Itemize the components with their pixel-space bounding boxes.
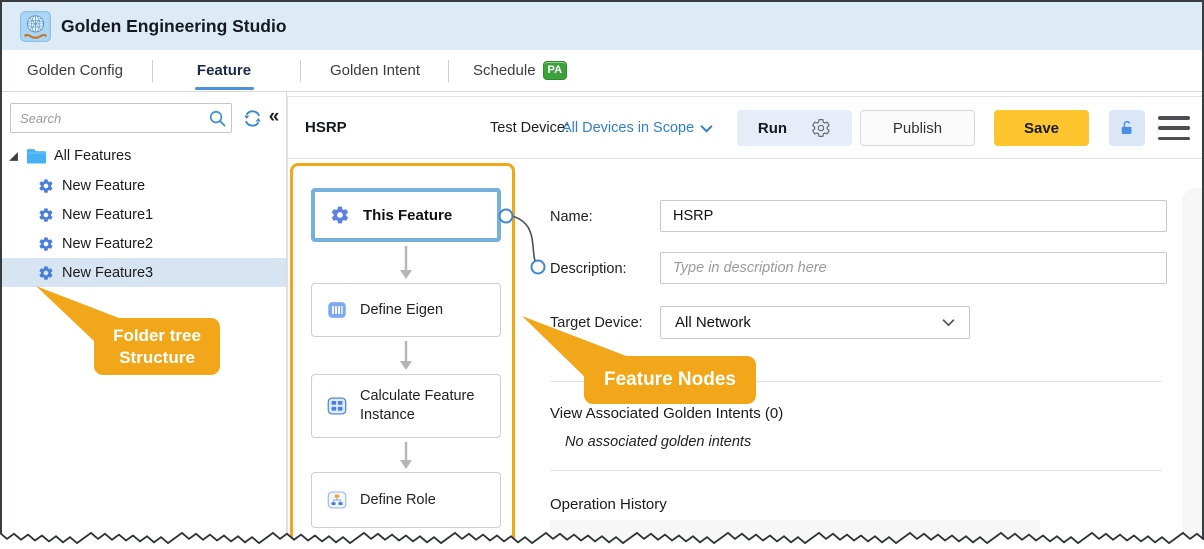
- tab-golden-intent[interactable]: Golden Intent: [330, 50, 420, 91]
- publish-button[interactable]: Publish: [860, 110, 975, 146]
- name-label: Name:: [550, 209, 593, 225]
- chevron-down-icon: [942, 318, 955, 327]
- tree-root-label: All Features: [54, 148, 131, 164]
- node-define-eigen[interactable]: Define Eigen: [311, 283, 501, 337]
- chevron-down-icon: [700, 124, 713, 133]
- tab-separator: [152, 60, 153, 82]
- description-input[interactable]: [660, 252, 1167, 284]
- menu-icon[interactable]: [1158, 116, 1190, 140]
- folder-icon: [26, 147, 47, 165]
- window-border: [0, 0, 1204, 2]
- main-panel-border: [287, 96, 288, 549]
- app-title: Golden Engineering Studio: [61, 16, 287, 37]
- eigen-icon: [327, 300, 347, 320]
- tree-item-new-feature3[interactable]: New Feature3: [2, 258, 286, 287]
- toolbar-divider: [288, 158, 1202, 159]
- window-border: [0, 0, 2, 549]
- flow-arrow-icon: [398, 341, 414, 371]
- tab-golden-config[interactable]: Golden Config: [27, 50, 123, 91]
- target-device-select[interactable]: All Network: [660, 306, 970, 339]
- unlock-icon: [1118, 119, 1136, 137]
- tree-root-all-features[interactable]: All Features: [8, 142, 278, 170]
- right-panel-strip[interactable]: [1182, 188, 1202, 549]
- feature-gear-icon: [38, 178, 54, 194]
- lock-button[interactable]: [1109, 110, 1145, 146]
- operation-history-heading: Operation History: [550, 496, 667, 513]
- app-logo-icon: [20, 11, 51, 42]
- refresh-icon[interactable]: [240, 106, 264, 130]
- tab-feature[interactable]: Feature: [197, 50, 251, 91]
- name-input[interactable]: [660, 200, 1167, 232]
- search-icon[interactable]: [203, 104, 231, 132]
- instance-grid-icon: [327, 396, 347, 416]
- main-panel-border: [287, 96, 1202, 97]
- tree-item-new-feature[interactable]: New Feature: [2, 171, 286, 200]
- section-divider: [550, 470, 1162, 471]
- target-device-label: Target Device:: [550, 315, 643, 331]
- folder-tree-callout: Folder tree Structure: [94, 318, 220, 375]
- flow-arrow-icon: [398, 246, 414, 280]
- run-settings-gear-icon[interactable]: [811, 118, 831, 138]
- golden-engineering-studio-window: Golden Engineering Studio Golden Config …: [0, 0, 1204, 549]
- feature-title: HSRP: [305, 119, 347, 136]
- test-device-dropdown[interactable]: All Devices in Scope: [562, 120, 713, 136]
- search-input[interactable]: [11, 104, 203, 132]
- pa-badge: PA: [543, 61, 567, 80]
- run-button[interactable]: Run: [737, 110, 852, 146]
- no-intents-note: No associated golden intents: [565, 434, 751, 450]
- tree-expander-icon[interactable]: [8, 151, 19, 162]
- feature-gear-icon: [330, 205, 350, 225]
- feature-gear-icon: [38, 265, 54, 281]
- feature-gear-icon: [38, 207, 54, 223]
- app-header: Golden Engineering Studio: [2, 2, 1202, 50]
- tab-separator: [300, 60, 301, 82]
- description-label: Description:: [550, 261, 627, 277]
- flow-arrow-icon: [398, 442, 414, 470]
- node-this-feature[interactable]: This Feature: [311, 188, 501, 242]
- tree-item-new-feature2[interactable]: New Feature2: [2, 229, 286, 258]
- tree-item-new-feature1[interactable]: New Feature1: [2, 200, 286, 229]
- feature-nodes-callout: Feature Nodes: [584, 356, 756, 404]
- node-define-role[interactable]: Define Role: [311, 472, 501, 528]
- associated-intents-heading[interactable]: View Associated Golden Intents (0): [550, 405, 783, 422]
- node-calculate-feature-instance[interactable]: Calculate Feature Instance: [311, 374, 501, 438]
- operation-history-panel: [550, 520, 1040, 549]
- role-orgchart-icon: [327, 490, 347, 510]
- active-tab-underline: [195, 87, 254, 90]
- sidebar-search-box: [10, 103, 232, 133]
- main-nav-tabbar: Golden Config Feature Golden Intent Sche…: [2, 50, 1202, 92]
- tab-schedule[interactable]: Schedule PA: [473, 50, 567, 91]
- tab-separator: [448, 60, 449, 82]
- collapse-sidebar-icon[interactable]: «: [264, 104, 284, 130]
- test-device-label: Test Device:: [490, 120, 569, 136]
- feature-gear-icon: [38, 236, 54, 252]
- save-button[interactable]: Save: [994, 110, 1089, 146]
